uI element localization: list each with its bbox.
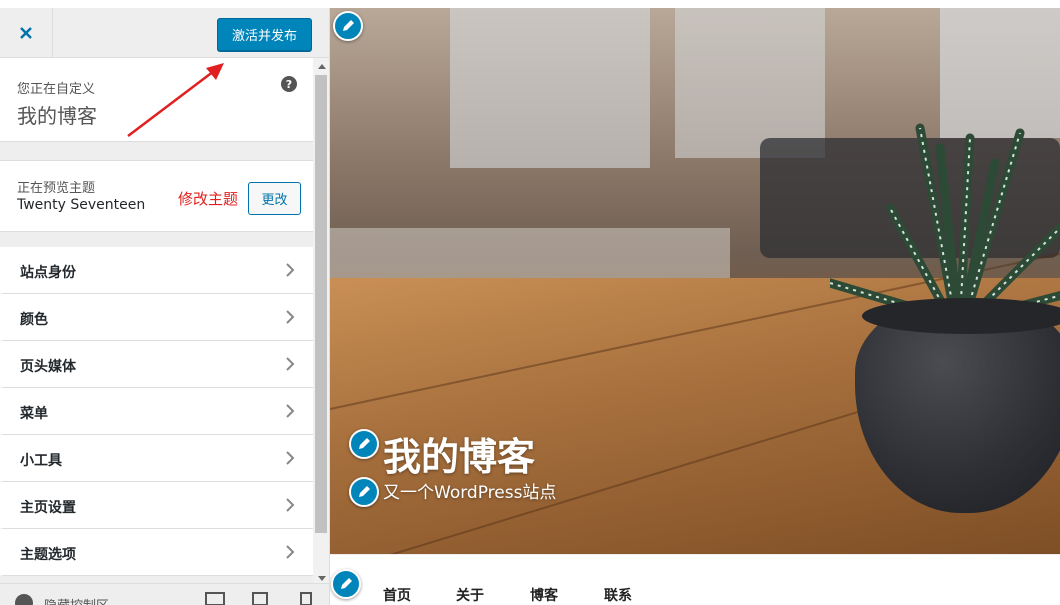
section-menus[interactable]: 菜单 — [0, 388, 313, 435]
plant-pot-rim — [862, 298, 1060, 334]
nav-contact[interactable]: 联系 — [604, 585, 632, 605]
edit-menu-shortcut[interactable] — [331, 569, 361, 599]
hide-controls-icon[interactable] — [15, 594, 33, 605]
chevron-right-icon — [286, 357, 295, 371]
section-label: 主页设置 — [20, 500, 76, 516]
activate-publish-button[interactable]: 激活并发布 — [217, 18, 312, 51]
desktop-preview-icon[interactable] — [205, 592, 225, 605]
customizer-sidebar: 激活并发布 您正在自定义 我的博客 ? 正在预览主题 Twenty Sevent… — [0, 8, 330, 605]
annotation-arrow — [127, 63, 224, 137]
section-label: 主题选项 — [20, 547, 76, 563]
preview-site-description: 又一个WordPress站点 — [383, 483, 557, 503]
section-label: 菜单 — [20, 406, 48, 422]
chevron-right-icon — [286, 404, 295, 418]
site-navigation: 首页 关于 博客 联系 — [330, 554, 1060, 605]
section-site-identity[interactable]: 站点身份 — [0, 247, 313, 294]
nav-home[interactable]: 首页 — [383, 585, 411, 605]
nav-blog[interactable]: 博客 — [530, 585, 558, 605]
edit-tagline-shortcut[interactable] — [349, 477, 379, 507]
pencil-icon — [359, 438, 370, 449]
section-colors[interactable]: 颜色 — [0, 294, 313, 341]
site-preview: 我的博客 又一个WordPress站点 首页 关于 博客 联系 — [330, 8, 1060, 605]
section-label: 颜色 — [20, 312, 48, 328]
close-button[interactable] — [0, 8, 53, 58]
chevron-right-icon — [286, 310, 295, 324]
site-name: 我的博客 — [17, 104, 97, 128]
tablet-preview-icon[interactable] — [252, 592, 268, 605]
scroll-up-arrow[interactable] — [318, 64, 326, 69]
theme-info: 正在预览主题 Twenty Seventeen 修改主题 更改 — [0, 160, 313, 232]
change-theme-button[interactable]: 更改 — [248, 182, 301, 215]
section-widgets[interactable]: 小工具 — [0, 435, 313, 482]
pencil-icon — [359, 486, 370, 497]
close-icon — [20, 27, 32, 39]
section-label: 小工具 — [20, 453, 62, 469]
scrollbar-thumb[interactable] — [315, 75, 327, 533]
window-light — [675, 8, 825, 158]
customizer-header: 激活并发布 — [0, 8, 329, 58]
chevron-right-icon — [286, 451, 295, 465]
preview-site-title: 我的博客 — [383, 435, 536, 479]
hide-controls-label[interactable]: 隐藏控制区 — [44, 595, 109, 605]
chevron-right-icon — [286, 263, 295, 277]
header-image: 我的博客 又一个WordPress站点 — [330, 8, 1060, 554]
pencil-icon — [343, 20, 354, 31]
section-theme-options[interactable]: 主题选项 — [0, 529, 313, 576]
section-header-media[interactable]: 页头媒体 — [0, 341, 313, 388]
section-list: 站点身份 颜色 页头媒体 菜单 小工具 主页设置 主题选项 — [0, 247, 313, 576]
succulent-plant — [830, 123, 1060, 323]
section-label: 页头媒体 — [20, 359, 76, 375]
previewing-theme-label: 正在预览主题 — [17, 181, 96, 196]
chevron-right-icon — [286, 498, 295, 512]
mobile-preview-icon[interactable] — [300, 592, 312, 605]
edit-header-shortcut[interactable] — [333, 11, 363, 41]
customizer-footer: 隐藏控制区 — [0, 583, 329, 605]
chevron-right-icon — [286, 545, 295, 559]
section-label: 站点身份 — [20, 265, 76, 281]
customizing-label: 您正在自定义 — [17, 82, 96, 97]
scroll-down-arrow[interactable] — [318, 576, 326, 581]
theme-name: Twenty Seventeen — [17, 197, 146, 213]
window-light — [450, 8, 650, 168]
edit-site-title-shortcut[interactable] — [349, 429, 379, 459]
pencil-icon — [341, 578, 352, 589]
help-icon[interactable]: ? — [281, 76, 297, 92]
nav-about[interactable]: 关于 — [456, 585, 484, 605]
panel-scrollbar[interactable] — [313, 58, 329, 583]
section-homepage-settings[interactable]: 主页设置 — [0, 482, 313, 529]
change-theme-annotation: 修改主题 — [178, 190, 239, 208]
